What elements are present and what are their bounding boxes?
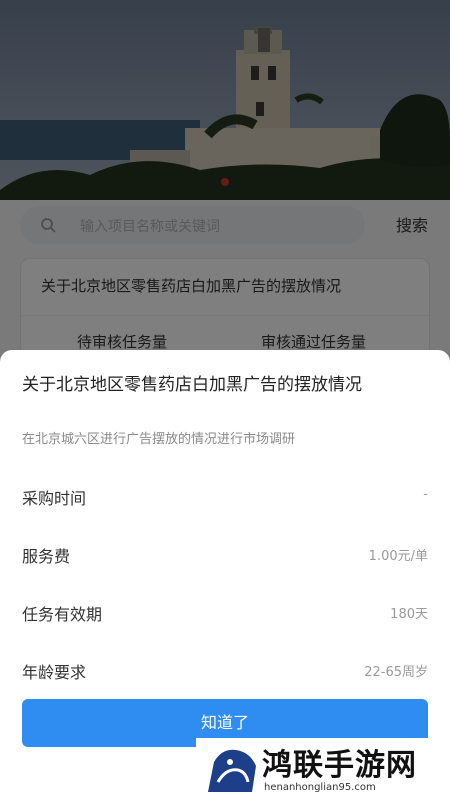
task-detail-sheet: 关于北京地区零售药店白加黑广告的摆放情况 在北京城六区进行广告摆放的情况进行市场…: [0, 350, 450, 800]
row-label: 采购时间: [22, 489, 87, 508]
watermark: 鸿联手游网 henanhonglian95.com: [196, 738, 450, 800]
row-value: 22-65周岁: [364, 665, 428, 680]
row-label: 年龄要求: [22, 663, 87, 682]
row-value: 1.00元/单: [368, 549, 428, 564]
row-value: -: [423, 487, 428, 502]
watermark-url: henanhonglian95.com: [264, 782, 376, 793]
validity-period-row: 任务有效期 180天: [22, 597, 428, 627]
age-requirement-row: 年龄要求 22-65周岁: [22, 655, 428, 685]
sheet-title: 关于北京地区零售药店白加黑广告的摆放情况: [22, 375, 362, 395]
purchase-time-row: 采购时间 -: [22, 481, 428, 511]
row-value: 180天: [390, 607, 428, 622]
row-label: 服务费: [22, 547, 71, 566]
sheet-description: 在北京城六区进行广告摆放的情况进行市场调研: [22, 432, 296, 447]
watermark-logo-icon: [204, 742, 260, 796]
service-fee-row: 服务费 1.00元/单: [22, 539, 428, 569]
row-label: 任务有效期: [22, 605, 103, 624]
watermark-text: 鸿联手游网: [262, 748, 417, 783]
